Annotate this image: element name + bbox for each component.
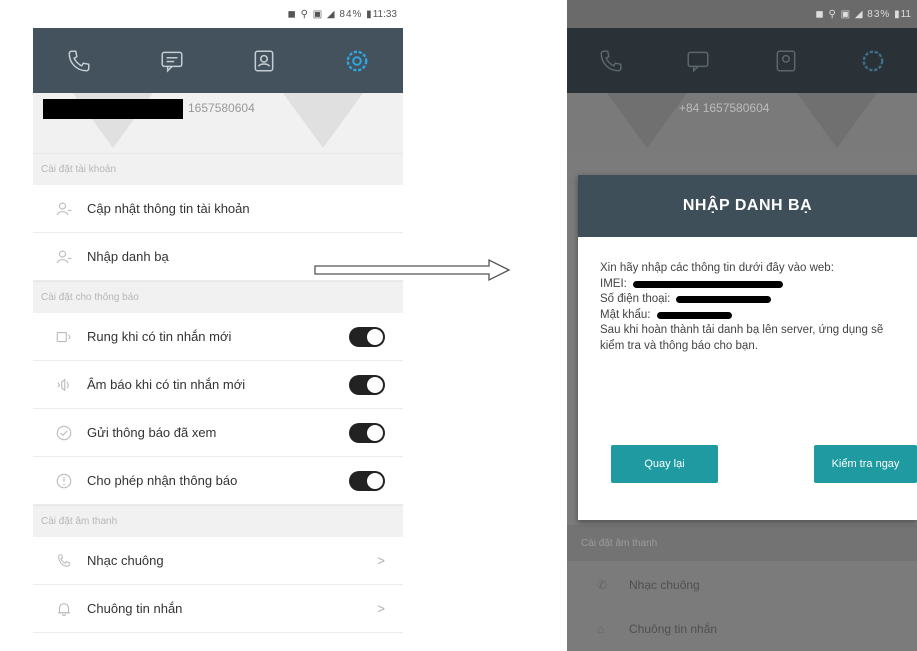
status-time: 11:33 [372, 8, 397, 20]
sound-icon [53, 374, 75, 396]
vibrate-on-message-item: Rung khi có tin nhắn mới [33, 313, 403, 361]
user-icon [53, 198, 75, 220]
tab-messages[interactable] [152, 41, 192, 81]
phone-icon [68, 49, 90, 72]
contacts-icon [776, 49, 796, 72]
dialog-buttons: Quay lại Kiểm tra ngay [578, 445, 917, 487]
item-label: Chuông tin nhắn [87, 601, 183, 616]
tab-messages[interactable] [678, 41, 718, 81]
phone-label: Số điện thoại: [600, 293, 671, 306]
message-icon [687, 51, 709, 73]
toggle-knob [366, 327, 384, 346]
section-header-sound: Cài đặt âm thanh [33, 505, 403, 537]
phone-field: Số điện thoại: [600, 292, 897, 308]
tab-settings[interactable] [853, 41, 893, 81]
vibrate-toggle[interactable] [349, 326, 385, 347]
toggle-knob [366, 471, 384, 490]
imei-field: IMEI: [600, 277, 897, 293]
back-button[interactable]: Quay lại [611, 445, 718, 483]
section-header-notifications: Cài đặt cho thông báo [33, 281, 403, 313]
tab-contacts[interactable] [244, 41, 284, 81]
send-read-receipt-item: Gửi thông báo đã xem [33, 409, 403, 457]
item-label: Rung khi có tin nhắn mới [87, 329, 232, 344]
dialog-title: NHẬP DANH BẠ [578, 175, 917, 237]
tab-calls[interactable] [591, 41, 631, 81]
status-time: 11 [900, 8, 911, 20]
toggle-knob [366, 423, 384, 442]
ringtone-icon: ✆ [597, 578, 608, 592]
password-label: Mật khẩu: [600, 308, 651, 321]
read-receipt-toggle[interactable] [349, 422, 385, 443]
profile-phone-number: +84 1657580604 [679, 101, 770, 115]
item-label: Nhạc chuông [87, 553, 164, 568]
message-tone-item[interactable]: Chuông tin nhắn > [33, 585, 403, 633]
dialog-body: Xin hãy nhập các thông tin dưới đây vào … [578, 237, 917, 354]
item-label: Gửi thông báo đã xem [87, 425, 217, 440]
status-icons: ◼ ⚲ ▣ ◢ 83% ▮ [815, 8, 901, 20]
dialog-outro: Sau khi hoàn thành tải danh bạ lên serve… [600, 324, 884, 352]
dialog-intro: Xin hãy nhập các thông tin dưới đây vào … [600, 262, 834, 274]
tab-contacts[interactable] [766, 41, 806, 81]
import-contacts-screen: ◼ ⚲ ▣ ◢ 83% ▮ 11 +84 1657580604 Cài đặt … [567, 0, 917, 651]
bell-icon [53, 598, 75, 620]
tab-bar [567, 28, 917, 93]
item-label: Âm báo khi có tin nhắn mới [87, 377, 246, 392]
tab-bar [33, 28, 403, 93]
status-bar: ◼ ⚲ ▣ ◢ 83% ▮ 11 [567, 0, 917, 28]
sound-toggle[interactable] [349, 374, 385, 395]
imei-label: IMEI: [600, 277, 627, 290]
status-bar: ◼ ⚲ ▣ ◢ 84% ▮ 11:33 [33, 0, 403, 28]
contacts-icon [254, 49, 274, 72]
settings-icon [862, 50, 884, 71]
section-header-sound: Cài đặt âm thanh [567, 525, 917, 561]
toggle-knob [366, 375, 384, 394]
check-now-button[interactable]: Kiểm tra ngay [814, 445, 917, 483]
update-account-info-item[interactable]: Cập nhật thông tin tài khoản [33, 185, 403, 233]
chevron-right-icon: > [377, 553, 385, 568]
ringtone-icon [53, 550, 75, 572]
vibrate-icon [53, 326, 75, 348]
redacted-imei [632, 280, 783, 288]
tab-calls[interactable] [59, 41, 99, 81]
redacted-password [656, 311, 732, 319]
settings-screen: ◼ ⚲ ▣ ◢ 84% ▮ 11:33 1657580604 Cài đặt t… [33, 0, 403, 651]
check-circle-icon [53, 422, 75, 444]
profile-phone-number: 1657580604 [188, 101, 255, 115]
phone-icon [600, 49, 622, 72]
chevron-right-icon: > [377, 601, 385, 616]
settings-icon [346, 50, 368, 71]
item-label: Cập nhật thông tin tài khoản [87, 201, 250, 216]
redacted-phone [676, 296, 772, 304]
sound-on-message-item: Âm báo khi có tin nhắn mới [33, 361, 403, 409]
import-contacts-dialog: NHẬP DANH BẠ Xin hãy nhập các thông tin … [578, 175, 917, 520]
ringtone-item: ✆ Nhạc chuông [567, 561, 917, 609]
status-icons: ◼ ⚲ ▣ ◢ 84% ▮ [287, 8, 373, 20]
bell-icon: ⌂ [597, 622, 605, 636]
info-icon [53, 470, 75, 492]
password-field: Mật khẩu: [600, 308, 897, 324]
message-tone-item: ⌂ Chuông tin nhắn [567, 605, 917, 651]
header-decoration [283, 93, 363, 148]
profile-header: +84 1657580604 [567, 93, 917, 153]
flow-arrow [314, 258, 511, 282]
item-label: Chuông tin nhắn [629, 622, 718, 636]
section-header-account: Cài đặt tài khoản [33, 153, 403, 185]
message-icon [161, 51, 183, 73]
allow-notifications-item: Cho phép nhận thông báo [33, 457, 403, 505]
redacted-name [43, 99, 183, 119]
item-label: Nhạc chuông [629, 578, 700, 592]
item-label: Cho phép nhận thông báo [87, 473, 238, 488]
notifications-toggle[interactable] [349, 470, 385, 491]
profile-header: 1657580604 [33, 93, 403, 153]
header-decoration [797, 93, 877, 148]
user-icon [53, 246, 75, 268]
tab-settings[interactable] [337, 41, 377, 81]
ringtone-item[interactable]: Nhạc chuông > [33, 537, 403, 585]
header-decoration [607, 93, 687, 148]
